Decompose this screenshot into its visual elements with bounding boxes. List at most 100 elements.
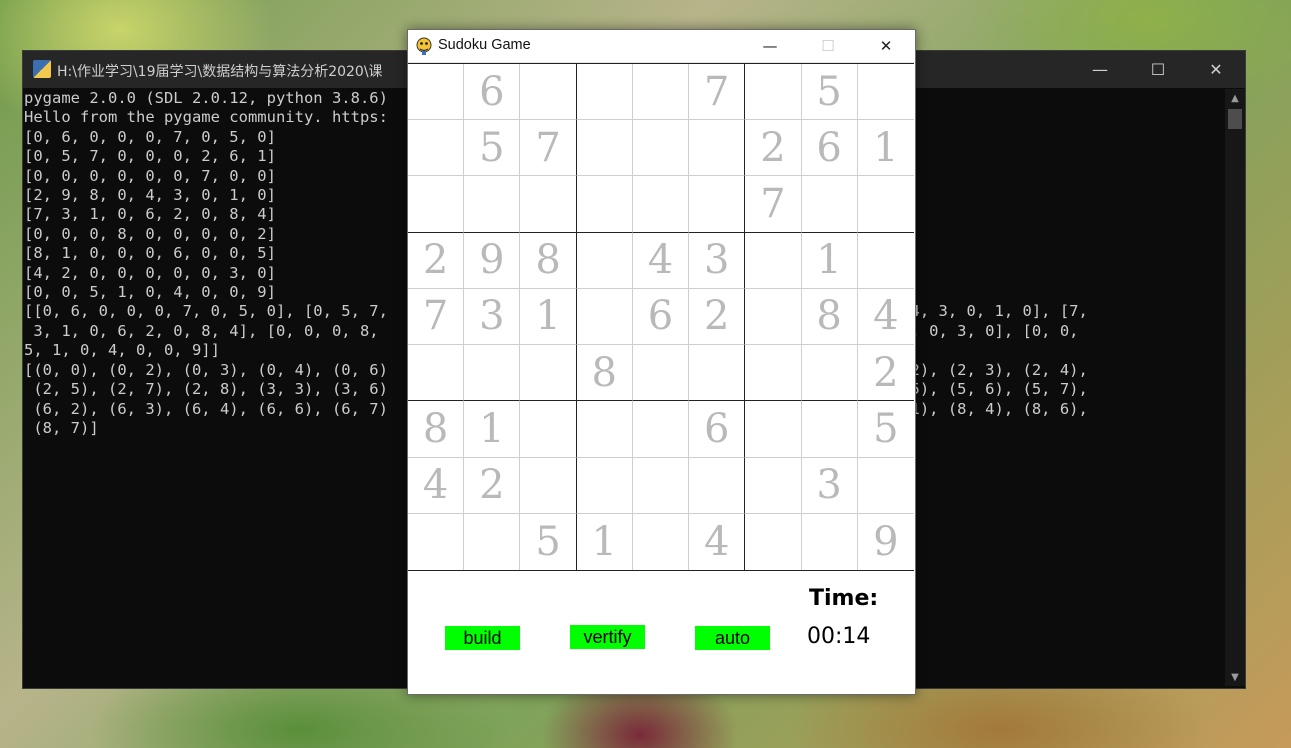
sudoku-cell[interactable]: 6 (632, 288, 690, 346)
sudoku-cell[interactable] (576, 176, 633, 233)
sudoku-cell[interactable]: 8 (576, 345, 633, 402)
sudoku-cell[interactable]: 2 (857, 345, 914, 402)
sudoku-cell[interactable] (520, 401, 577, 458)
scroll-up-icon[interactable]: ▲ (1225, 89, 1245, 107)
game-window-controls: — ☐ ✕ (741, 30, 915, 62)
sudoku-cell[interactable] (745, 64, 802, 121)
sudoku-cell[interactable]: 4 (408, 457, 465, 514)
sudoku-cell[interactable] (689, 457, 746, 514)
sudoku-cell[interactable] (802, 513, 858, 570)
sudoku-cell[interactable] (745, 457, 802, 514)
sudoku-cell[interactable]: 2 (689, 288, 746, 346)
scroll-down-icon[interactable]: ▼ (1225, 668, 1245, 686)
auto-button[interactable]: auto (695, 626, 770, 650)
sudoku-cell[interactable]: 7 (408, 288, 465, 346)
sudoku-cell[interactable] (745, 232, 802, 289)
close-icon[interactable]: ✕ (1187, 51, 1245, 88)
sudoku-cell[interactable] (520, 345, 577, 402)
sudoku-cell[interactable] (801, 401, 858, 458)
sudoku-cell[interactable]: 9 (464, 232, 521, 289)
sudoku-cell[interactable]: 9 (858, 514, 914, 570)
sudoku-cell[interactable]: 8 (801, 288, 858, 346)
sudoku-cell[interactable]: 2 (464, 457, 521, 514)
sudoku-cell[interactable] (857, 233, 914, 289)
sudoku-cell[interactable] (745, 401, 802, 458)
sudoku-cell[interactable]: 1 (857, 120, 914, 177)
sudoku-cell[interactable]: 5 (801, 64, 858, 121)
console-scrollbar[interactable]: ▲ ▼ (1225, 89, 1245, 686)
sudoku-cell[interactable]: 5 (857, 401, 914, 458)
sudoku-cell[interactable] (576, 232, 633, 289)
sudoku-cell[interactable]: 5 (520, 513, 577, 570)
sudoku-cell[interactable] (633, 513, 690, 570)
console-window-controls: — ☐ ✕ (1071, 51, 1245, 88)
sudoku-cell[interactable] (745, 345, 802, 402)
sudoku-cell[interactable] (576, 120, 633, 177)
sudoku-cell[interactable] (408, 513, 465, 570)
sudoku-cell[interactable] (576, 64, 633, 121)
game-titlebar[interactable]: Sudoku Game — ☐ ✕ (408, 30, 915, 63)
minimize-icon[interactable]: — (741, 30, 799, 62)
sudoku-cell[interactable]: 4 (689, 513, 746, 570)
close-icon[interactable]: ✕ (857, 30, 915, 62)
sudoku-cell[interactable] (408, 64, 465, 121)
scrollbar-thumb[interactable] (1228, 109, 1242, 129)
sudoku-cell[interactable] (520, 176, 577, 233)
sudoku-cell[interactable] (689, 176, 746, 233)
sudoku-cell[interactable]: 7 (745, 176, 802, 233)
maximize-icon[interactable]: ☐ (1129, 51, 1187, 88)
sudoku-cell[interactable] (408, 176, 465, 233)
sudoku-cell[interactable] (689, 120, 746, 177)
sudoku-cell[interactable]: 5 (464, 120, 521, 177)
sudoku-cell[interactable]: 1 (577, 513, 633, 570)
sudoku-cell[interactable] (632, 401, 690, 458)
sudoku-cell[interactable] (576, 401, 633, 458)
sudoku-cell[interactable]: 7 (520, 120, 577, 177)
sudoku-cell[interactable] (576, 288, 633, 346)
sudoku-cell[interactable] (520, 457, 577, 514)
sudoku-cell[interactable] (801, 345, 858, 402)
sudoku-cell[interactable]: 6 (689, 401, 746, 458)
sudoku-cell[interactable] (857, 176, 914, 233)
sudoku-cell[interactable] (745, 288, 802, 346)
maximize-icon: ☐ (821, 37, 835, 55)
sudoku-cell[interactable]: 3 (689, 232, 746, 289)
sudoku-cell[interactable]: 6 (464, 64, 521, 121)
sudoku-cell[interactable] (464, 176, 521, 233)
build-button[interactable]: build (445, 626, 520, 650)
vertify-button[interactable]: vertify (570, 625, 645, 649)
sudoku-cell[interactable] (464, 513, 521, 570)
sudoku-cell[interactable] (689, 345, 746, 402)
sudoku-cell[interactable]: 2 (745, 120, 802, 177)
sudoku-cell[interactable]: 4 (857, 289, 914, 346)
sudoku-cell[interactable] (801, 176, 858, 233)
sudoku-cell[interactable] (857, 458, 914, 514)
sudoku-cell[interactable] (408, 345, 465, 402)
sudoku-cell[interactable] (576, 457, 633, 514)
sudoku-cell[interactable]: 1 (801, 232, 858, 289)
time-label: Time: (809, 586, 879, 611)
sudoku-cell[interactable]: 6 (801, 120, 858, 177)
sudoku-cell[interactable]: 1 (520, 288, 577, 346)
sudoku-cell[interactable]: 2 (408, 232, 465, 289)
sudoku-cell[interactable]: 8 (520, 232, 577, 289)
sudoku-board[interactable]: 67557261729843173162848281654235149 (408, 63, 914, 571)
minimize-icon[interactable]: — (1071, 51, 1129, 88)
sudoku-cell[interactable]: 4 (632, 232, 690, 289)
sudoku-cell[interactable] (464, 345, 521, 402)
sudoku-cell[interactable]: 8 (408, 401, 465, 458)
sudoku-cell[interactable] (632, 176, 690, 233)
sudoku-cell[interactable]: 1 (464, 401, 521, 458)
game-title: Sudoku Game (438, 37, 531, 53)
sudoku-cell[interactable] (632, 64, 690, 121)
sudoku-cell[interactable]: 3 (801, 457, 858, 514)
sudoku-cell[interactable] (632, 457, 690, 514)
sudoku-cell[interactable] (408, 120, 465, 177)
sudoku-cell[interactable]: 3 (464, 288, 521, 346)
sudoku-cell[interactable]: 7 (689, 64, 746, 121)
sudoku-cell[interactable] (520, 64, 577, 121)
sudoku-cell[interactable] (857, 64, 914, 121)
sudoku-cell[interactable] (745, 513, 802, 570)
sudoku-cell[interactable] (632, 120, 690, 177)
sudoku-cell[interactable] (632, 345, 690, 402)
